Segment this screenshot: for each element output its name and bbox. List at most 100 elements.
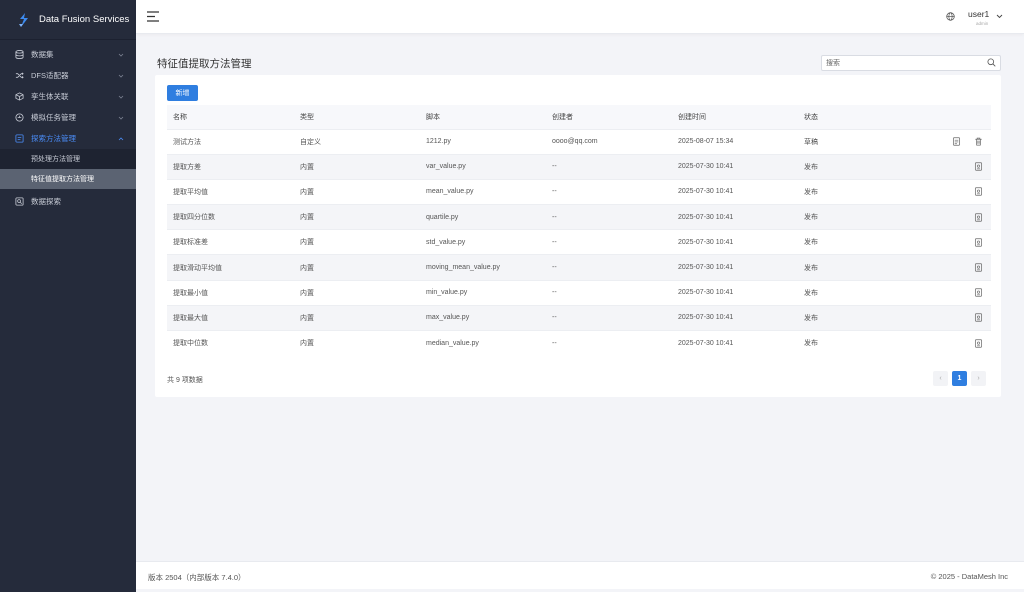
pagination-next-button[interactable]: › bbox=[971, 371, 986, 386]
cell-type: 自定义 bbox=[294, 128, 420, 155]
cell-status: 发布 bbox=[798, 279, 898, 306]
table-row[interactable]: 测试方法 自定义 1212.py oooo@qq.com 2025-08-07 … bbox=[167, 128, 991, 155]
delete-icon[interactable] bbox=[974, 137, 983, 146]
cell-creator: -- bbox=[546, 204, 672, 230]
cell-status: 发布 bbox=[798, 329, 898, 356]
cell-creator: -- bbox=[546, 329, 672, 356]
view-icon[interactable] bbox=[974, 339, 983, 348]
cell-status: 发布 bbox=[798, 254, 898, 281]
sidebar-item-label: DFS适配器 bbox=[31, 71, 69, 80]
table-row[interactable]: 提取平均值 内置 mean_value.py -- 2025-07-30 10:… bbox=[167, 178, 991, 205]
pagination-prev-button[interactable]: ‹ bbox=[933, 371, 948, 386]
cell-created: 2025-08-07 15:34 bbox=[672, 128, 798, 155]
sidebar-item-label: 数据集 bbox=[31, 50, 54, 59]
cell-name: 提取中位数 bbox=[167, 329, 294, 356]
view-icon[interactable] bbox=[974, 263, 983, 272]
view-icon[interactable] bbox=[974, 187, 983, 197]
add-button[interactable]: 新增 bbox=[167, 85, 198, 101]
chevron-down-icon bbox=[118, 74, 124, 78]
cell-creator: -- bbox=[546, 153, 672, 180]
column-header-script[interactable]: 脚本 bbox=[420, 105, 546, 129]
cell-name: 提取四分位数 bbox=[167, 204, 294, 230]
cell-creator: oooo@qq.com bbox=[546, 128, 672, 155]
cell-name: 提取滑动平均值 bbox=[167, 254, 294, 281]
page-title: 特征值提取方法管理 bbox=[157, 58, 252, 70]
copyright-text: © 2025 - DataMesh Inc bbox=[930, 572, 1008, 581]
column-header-creator[interactable]: 创建者 bbox=[546, 105, 672, 129]
sidebar-item-label: 数据探索 bbox=[31, 197, 61, 206]
sidebar-item-dataset[interactable]: 数据集 bbox=[0, 44, 136, 65]
cube-icon bbox=[15, 92, 24, 101]
cell-created: 2025-07-30 10:41 bbox=[672, 178, 798, 205]
view-icon[interactable] bbox=[974, 313, 983, 323]
chevron-down-icon bbox=[118, 116, 124, 120]
cell-type: 内置 bbox=[294, 254, 420, 281]
sidebar-item-label: 孪生体关联 bbox=[31, 92, 69, 101]
cell-script: 1212.py bbox=[420, 128, 546, 155]
cell-script: std_value.py bbox=[420, 229, 546, 255]
view-icon[interactable] bbox=[974, 213, 983, 222]
pagination: ‹ 1 › bbox=[933, 371, 986, 386]
cell-creator: -- bbox=[546, 304, 672, 331]
view-icon[interactable] bbox=[974, 238, 983, 247]
footer: 版本 2504（内部版本 7.4.0） © 2025 - DataMesh In… bbox=[136, 561, 1024, 589]
app-title: Data Fusion Services bbox=[39, 14, 130, 25]
table-row[interactable]: 提取滑动平均值 内置 moving_mean_value.py -- 2025-… bbox=[167, 254, 991, 281]
cell-type: 内置 bbox=[294, 229, 420, 255]
sidebar-item-dfs-adapter[interactable]: DFS适配器 bbox=[0, 65, 136, 86]
table-row[interactable]: 提取四分位数 内置 quartile.py -- 2025-07-30 10:4… bbox=[167, 204, 991, 230]
shuffle-icon bbox=[15, 72, 24, 79]
chevron-down-icon bbox=[118, 53, 124, 57]
column-header-created[interactable]: 创建时间 bbox=[672, 105, 798, 129]
column-header-name[interactable]: 名称 bbox=[167, 105, 294, 129]
table-row[interactable]: 提取标准差 内置 std_value.py -- 2025-07-30 10:4… bbox=[167, 229, 991, 255]
version-text: 版本 2504（内部版本 7.4.0） bbox=[148, 573, 246, 582]
top-header: user1 admin bbox=[136, 0, 1024, 34]
table-row[interactable]: 提取最小值 内置 min_value.py -- 2025-07-30 10:4… bbox=[167, 279, 991, 306]
column-header-status[interactable]: 状态 bbox=[798, 105, 898, 129]
cell-status: 发布 bbox=[798, 204, 898, 230]
cell-actions bbox=[898, 128, 991, 155]
cell-created: 2025-07-30 10:41 bbox=[672, 254, 798, 281]
sidebar-item-label: 探索方法管理 bbox=[31, 134, 76, 143]
menu-toggle-icon[interactable] bbox=[147, 11, 159, 22]
pagination-page-button[interactable]: 1 bbox=[952, 371, 967, 386]
search-icon[interactable] bbox=[987, 58, 996, 67]
submenu-item-label: 特征值提取方法管理 bbox=[31, 176, 94, 183]
cell-type: 内置 bbox=[294, 204, 420, 230]
table-row[interactable]: 提取中位数 内置 median_value.py -- 2025-07-30 1… bbox=[167, 329, 991, 356]
cell-name: 提取最大值 bbox=[167, 304, 294, 331]
explore-icon bbox=[15, 197, 24, 206]
column-header-type[interactable]: 类型 bbox=[294, 105, 420, 129]
cell-created: 2025-07-30 10:41 bbox=[672, 329, 798, 356]
brand[interactable]: Data Fusion Services bbox=[0, 0, 136, 40]
app-logo-icon bbox=[19, 12, 28, 27]
method-list-card: 新增 名称 类型 脚本 创建者 创建时间 状态 测试方法 自定义 1212.py… bbox=[155, 75, 1001, 397]
sidebar: Data Fusion Services 数据集 DFS适配器 孪生体关联 模拟… bbox=[0, 0, 136, 592]
database-icon bbox=[15, 50, 24, 59]
edit-icon[interactable] bbox=[952, 137, 961, 146]
chevron-down-icon[interactable] bbox=[996, 14, 1003, 19]
user-name: user1 bbox=[968, 9, 990, 19]
sidebar-item-data-explore[interactable]: 数据探索 bbox=[0, 191, 136, 212]
cell-name: 提取标准差 bbox=[167, 229, 294, 255]
sidebar-item-simulation-task[interactable]: 模拟任务管理 bbox=[0, 107, 136, 128]
submenu-item-preprocess[interactable]: 预处理方法管理 bbox=[0, 149, 136, 169]
cell-status: 发布 bbox=[798, 153, 898, 180]
cell-creator: -- bbox=[546, 279, 672, 306]
search-input[interactable] bbox=[821, 55, 1001, 71]
table-row[interactable]: 提取最大值 内置 max_value.py -- 2025-07-30 10:4… bbox=[167, 304, 991, 331]
method-table: 名称 类型 脚本 创建者 创建时间 状态 测试方法 自定义 1212.py oo… bbox=[167, 105, 991, 356]
cell-creator: -- bbox=[546, 178, 672, 205]
view-icon[interactable] bbox=[974, 162, 983, 171]
view-icon[interactable] bbox=[974, 288, 983, 297]
submenu-item-feature-extraction[interactable]: 特征值提取方法管理 bbox=[0, 169, 136, 189]
globe-icon[interactable] bbox=[946, 12, 955, 21]
user-menu[interactable]: user1 admin bbox=[968, 9, 990, 26]
chevron-up-icon bbox=[118, 136, 124, 140]
sidebar-item-twin-association[interactable]: 孪生体关联 bbox=[0, 86, 136, 107]
sidebar-item-explore-method[interactable]: 探索方法管理 bbox=[0, 128, 136, 149]
cell-type: 内置 bbox=[294, 304, 420, 331]
column-header-actions bbox=[898, 105, 991, 129]
table-row[interactable]: 提取方差 内置 var_value.py -- 2025-07-30 10:41… bbox=[167, 153, 991, 180]
